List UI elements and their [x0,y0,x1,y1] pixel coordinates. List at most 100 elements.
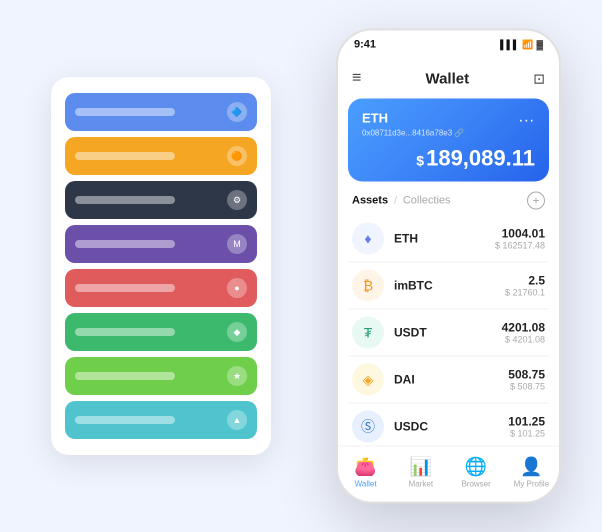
usdt-usd: $ 4201.08 [502,335,545,345]
card-text-7 [75,372,175,380]
usdc-usd: $ 101.25 [508,429,545,439]
balance-symbol: $ [416,153,424,169]
card-stack: 🔷 🟠 ⚙ M ● ◆ ★ ▲ [51,77,271,455]
eth-info: ETH [394,232,495,246]
battery-icon: ▓ [536,40,543,50]
imbtc-info: imBTC [394,279,505,293]
signal-icon: ▌▌▌ [500,40,519,50]
card-icon-7: ★ [227,366,247,386]
status-icons: ▌▌▌ 📶 ▓ [500,39,543,50]
asset-list: ♦ ETH 1004.01 $ 162517.48 ₿ imBTC 2.5 $ … [338,216,559,446]
eth-card-balance: $189,089.11 [362,146,535,172]
asset-row-eth[interactable]: ♦ ETH 1004.01 $ 162517.48 [348,216,549,263]
wallet-nav-icon: 👛 [354,456,376,477]
tab-collecties[interactable]: Collecties [403,195,451,207]
card-item-6[interactable]: ◆ [65,313,257,351]
usdc-icon: Ⓢ [352,411,384,443]
asset-row-dai[interactable]: ◈ DAI 508.75 $ 508.75 [348,357,549,404]
nav-wallet[interactable]: 👛 Wallet [338,456,393,488]
imbtc-name: imBTC [394,279,505,293]
card-text-3 [75,196,175,204]
usdt-values: 4201.08 $ 4201.08 [502,321,545,345]
usdt-icon: ₮ [352,317,384,349]
imbtc-amount: 2.5 [505,274,545,288]
add-asset-button[interactable]: + [527,192,545,210]
imbtc-icon: ₿ [352,270,384,302]
card-item-3[interactable]: ⚙ [65,181,257,219]
scan-icon[interactable]: ⊡ [533,70,545,87]
card-icon-3: ⚙ [227,190,247,210]
asset-row-imbtc[interactable]: ₿ imBTC 2.5 $ 21760.1 [348,263,549,310]
card-item-5[interactable]: ● [65,269,257,307]
nav-profile[interactable]: 👤 My Profile [504,456,559,488]
eth-icon: ♦ [352,223,384,255]
profile-nav-icon: 👤 [520,456,542,477]
dai-amount: 508.75 [508,368,545,382]
tab-separator: / [394,195,397,206]
dai-icon: ◈ [352,364,384,396]
card-icon-6: ◆ [227,322,247,342]
imbtc-values: 2.5 $ 21760.1 [505,274,545,298]
card-icon-1: 🔷 [227,102,247,122]
assets-header: Assets / Collecties + [338,190,559,216]
dai-info: DAI [394,373,508,387]
phone-header: ≡ Wallet ⊡ [338,59,559,99]
card-item-7[interactable]: ★ [65,357,257,395]
eth-name: ETH [394,232,495,246]
dai-usd: $ 508.75 [508,382,545,392]
eth-amount: 1004.01 [495,227,545,241]
nav-market[interactable]: 📊 Market [393,456,448,488]
eth-card[interactable]: ETH ... 0x08711d3e...8416a78e3 🔗 $189,08… [348,99,549,182]
status-bar: 9:41 ▌▌▌ 📶 ▓ [338,31,559,59]
card-item-8[interactable]: ▲ [65,401,257,439]
browser-nav-icon: 🌐 [465,456,487,477]
balance-value: 189,089.11 [426,146,535,171]
eth-usd: $ 162517.48 [495,241,545,251]
asset-row-usdc[interactable]: Ⓢ USDC 101.25 $ 101.25 [348,404,549,446]
wallet-nav-label: Wallet [355,479,377,488]
market-nav-icon: 📊 [410,456,432,477]
usdt-info: USDT [394,326,502,340]
eth-card-menu[interactable]: ... [519,109,535,127]
tab-assets[interactable]: Assets [352,195,388,207]
usdc-amount: 101.25 [508,415,545,429]
browser-nav-label: Browser [461,479,490,488]
scene: 🔷 🟠 ⚙ M ● ◆ ★ ▲ [21,21,581,511]
card-icon-4: M [227,234,247,254]
eth-card-top: ETH ... [362,109,535,127]
dai-name: DAI [394,373,508,387]
card-item-1[interactable]: 🔷 [65,93,257,131]
eth-card-address: 0x08711d3e...8416a78e3 🔗 [362,129,535,138]
card-icon-2: 🟠 [227,146,247,166]
page-title: Wallet [425,70,469,87]
assets-tabs: Assets / Collecties [352,195,451,207]
card-text-1 [75,108,175,116]
usdt-amount: 4201.08 [502,321,545,335]
card-icon-5: ● [227,278,247,298]
eth-card-label: ETH [362,110,388,125]
usdc-name: USDC [394,420,508,434]
phone: 9:41 ▌▌▌ 📶 ▓ ≡ Wallet ⊡ ETH ... 0x08711d… [336,29,561,504]
card-item-2[interactable]: 🟠 [65,137,257,175]
usdc-info: USDC [394,420,508,434]
card-text-4 [75,240,175,248]
wifi-icon: 📶 [522,39,533,50]
card-text-5 [75,284,175,292]
card-text-2 [75,152,175,160]
card-text-8 [75,416,175,424]
usdc-values: 101.25 $ 101.25 [508,415,545,439]
market-nav-label: Market [409,479,433,488]
menu-icon[interactable]: ≡ [352,70,361,88]
nav-browser[interactable]: 🌐 Browser [449,456,504,488]
card-item-4[interactable]: M [65,225,257,263]
imbtc-usd: $ 21760.1 [505,288,545,298]
add-icon: + [532,194,539,208]
eth-values: 1004.01 $ 162517.48 [495,227,545,251]
dai-values: 508.75 $ 508.75 [508,368,545,392]
status-time: 9:41 [354,39,376,51]
card-text-6 [75,328,175,336]
card-icon-8: ▲ [227,410,247,430]
asset-row-usdt[interactable]: ₮ USDT 4201.08 $ 4201.08 [348,310,549,357]
bottom-nav: 👛 Wallet 📊 Market 🌐 Browser 👤 My Profile [338,446,559,502]
profile-nav-label: My Profile [514,479,550,488]
